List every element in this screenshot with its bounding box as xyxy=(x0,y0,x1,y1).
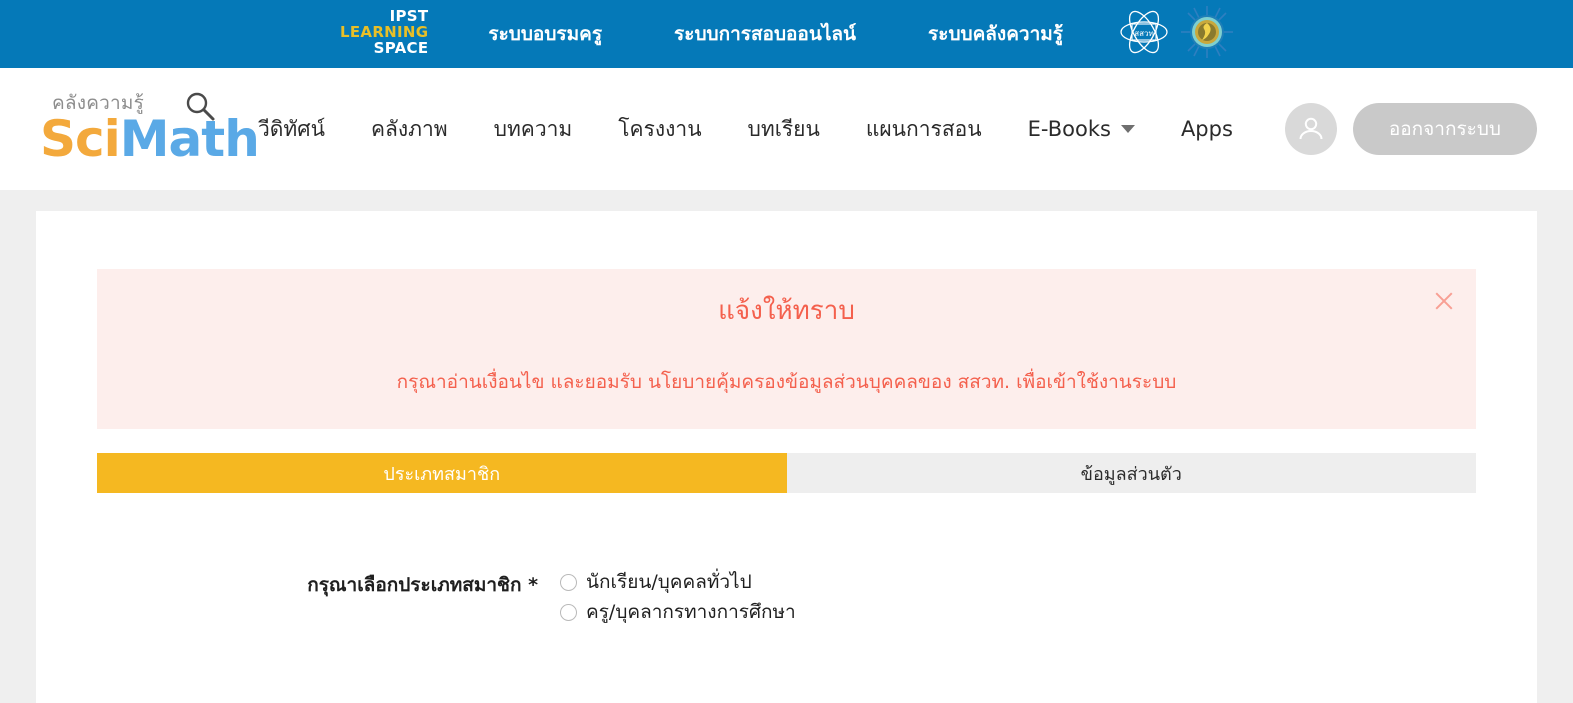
nav-item-image-bank-label: คลังภาพ xyxy=(370,116,448,141)
nav-item-lesson-label: บทเรียน xyxy=(747,116,820,141)
top-utility-bar-inner: IPST LEARNING SPACE ระบบอบรมครู ระบบการส… xyxy=(340,0,1233,68)
scimath-logo[interactable]: คลังความรู้ SciMath xyxy=(40,92,260,164)
alert-title: แจ้งให้ทราบ xyxy=(718,296,855,326)
chevron-down-icon xyxy=(1120,125,1135,133)
member-type-form-row: กรุณาเลือกประเภทสมาชิก * นักเรียน/บุคคลท… xyxy=(97,571,1476,624)
page-body: แจ้งให้ทราบ กรุณาอ่านเงื่อนไข และยอมรับ … xyxy=(0,190,1573,703)
main-navigation: วีดิทัศน์ คลังภาพ บทความ โครงงาน บทเรียน… xyxy=(258,113,1285,146)
scimath-wordmark-sci: Sci xyxy=(40,110,121,168)
ipst-atom-logo[interactable]: สสวท xyxy=(1117,5,1171,63)
radio-teacher-staff[interactable]: ครู/บุคลากรทางการศึกษา xyxy=(560,601,796,624)
radio-student-general[interactable]: นักเรียน/บุคคลทั่วไป xyxy=(560,571,796,594)
alert-message: กรุณาอ่านเงื่อนไข และยอมรับ นโยบายคุ้มคร… xyxy=(396,370,1177,393)
nav-item-apps[interactable]: Apps xyxy=(1181,117,1233,141)
topnav-teacher-training[interactable]: ระบบอบรมครู xyxy=(488,19,602,49)
notice-alert: แจ้งให้ทราบ กรุณาอ่านเงื่อนไข และยอมรับ … xyxy=(97,269,1476,430)
nav-item-image-bank[interactable]: คลังภาพ xyxy=(371,113,448,146)
ministry-seal-logo[interactable] xyxy=(1180,6,1233,62)
nav-item-video[interactable]: วีดิทัศน์ xyxy=(258,113,325,146)
radio-teacher-staff-dot[interactable] xyxy=(560,604,577,622)
radio-teacher-staff-label: ครู/บุคลากรทางการศึกษา xyxy=(586,601,796,624)
nav-item-article-label: บทความ xyxy=(493,116,573,141)
nav-item-video-label: วีดิทัศน์ xyxy=(258,116,325,141)
nav-item-article[interactable]: บทความ xyxy=(494,113,573,146)
member-type-label: กรุณาเลือกประเภทสมาชิก * xyxy=(307,574,538,597)
top-utility-bar: IPST LEARNING SPACE ระบบอบรมครู ระบบการส… xyxy=(0,0,1573,68)
magnifier-icon xyxy=(184,90,216,126)
ipst-learning-space-logo[interactable]: IPST LEARNING SPACE xyxy=(340,9,428,58)
site-header: คลังความรู้ SciMath วีดิทัศน์ คลังภาพ บท… xyxy=(0,68,1573,190)
tab-member-type[interactable]: ประเภทสมาชิก xyxy=(97,453,787,494)
member-form-tabs: ประเภทสมาชิก ข้อมูลส่วนตัว xyxy=(97,453,1476,494)
radio-student-general-dot[interactable] xyxy=(560,574,577,592)
nav-item-ebooks[interactable]: E-Books xyxy=(1028,117,1135,141)
tab-personal-info[interactable]: ข้อมูลส่วนตัว xyxy=(786,453,1476,494)
topnav-knowledge-bank[interactable]: ระบบคลังความรู้ xyxy=(928,19,1063,49)
user-avatar-icon[interactable] xyxy=(1284,103,1337,155)
nav-item-lesson[interactable]: บทเรียน xyxy=(748,113,820,146)
nav-item-ebooks-label: E-Books xyxy=(1027,117,1111,141)
content-card: แจ้งให้ทราบ กรุณาอ่านเงื่อนไข และยอมรับ … xyxy=(36,211,1537,703)
nav-item-project-label: โครงงาน xyxy=(618,116,702,141)
logout-button[interactable]: ออกจากระบบ xyxy=(1352,103,1537,155)
radio-student-general-label: นักเรียน/บุคคลทั่วไป xyxy=(586,571,752,594)
nav-item-lesson-plan[interactable]: แผนการสอน xyxy=(866,113,982,146)
ipst-logo-line3: SPACE xyxy=(373,38,429,57)
nav-item-lesson-plan-label: แผนการสอน xyxy=(865,116,982,141)
member-type-radio-group: นักเรียน/บุคคลทั่วไป ครู/บุคลากรทางการศึ… xyxy=(560,571,796,624)
nav-item-project[interactable]: โครงงาน xyxy=(618,113,701,146)
topnav-online-exam[interactable]: ระบบการสอบออนไลน์ xyxy=(674,19,856,49)
nav-item-apps-label: Apps xyxy=(1180,117,1233,141)
svg-text:สสวท: สสวท xyxy=(1134,29,1154,38)
header-account-area: ออกจากระบบ xyxy=(1284,103,1537,155)
topbar-logo-group: สสวท xyxy=(1117,5,1233,63)
close-icon[interactable] xyxy=(1432,289,1456,313)
